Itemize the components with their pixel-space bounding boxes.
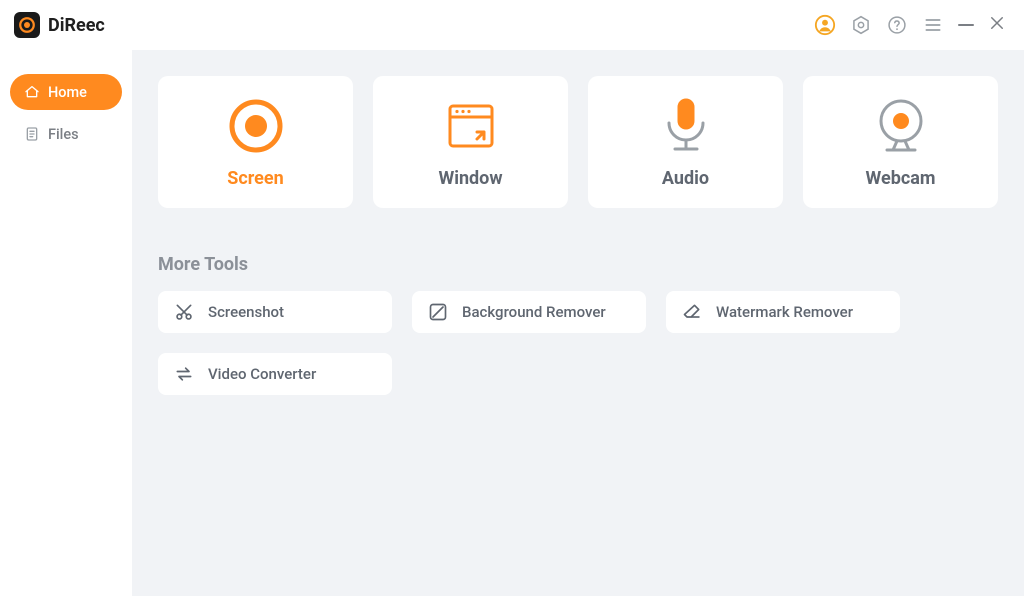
home-icon xyxy=(24,84,40,100)
tool-label: Watermark Remover xyxy=(716,303,853,321)
tool-label: Screenshot xyxy=(208,303,284,321)
mode-card-screen[interactable]: Screen xyxy=(158,76,353,208)
account-icon[interactable] xyxy=(814,14,836,36)
scissors-icon xyxy=(174,302,194,322)
tool-label: Video Converter xyxy=(208,365,316,383)
tool-screenshot[interactable]: Screenshot xyxy=(158,291,392,333)
window-icon xyxy=(444,96,498,156)
files-icon xyxy=(24,126,40,142)
app-logo xyxy=(14,12,40,38)
settings-icon[interactable] xyxy=(850,14,872,36)
tool-label: Background Remover xyxy=(462,303,606,321)
tools-list: Screenshot Background Remover Watermark … xyxy=(158,291,998,395)
sidebar-item-files[interactable]: Files xyxy=(10,116,122,152)
titlebar-actions xyxy=(814,13,1006,37)
tool-video-converter[interactable]: Video Converter xyxy=(158,353,392,395)
swap-icon xyxy=(174,364,194,384)
mode-card-label: Window xyxy=(438,168,502,189)
screen-record-icon xyxy=(225,96,287,156)
sidebar-item-label: Files xyxy=(48,126,79,143)
microphone-icon xyxy=(658,96,714,156)
app-name: DiReec xyxy=(48,15,105,36)
more-tools-title: More Tools xyxy=(158,254,998,275)
help-icon[interactable] xyxy=(886,14,908,36)
mode-card-label: Screen xyxy=(227,168,283,189)
mode-card-label: Webcam xyxy=(866,168,936,189)
minimize-icon[interactable] xyxy=(958,24,974,26)
mode-cards: Screen Window Audio xyxy=(158,76,998,208)
eraser-icon xyxy=(682,302,702,322)
tool-background-remover[interactable]: Background Remover xyxy=(412,291,646,333)
sidebar: Home Files xyxy=(0,50,132,596)
tool-watermark-remover[interactable]: Watermark Remover xyxy=(666,291,900,333)
mode-card-label: Audio xyxy=(662,168,709,189)
sidebar-item-label: Home xyxy=(48,84,87,101)
sidebar-item-home[interactable]: Home xyxy=(10,74,122,110)
background-remover-icon xyxy=(428,302,448,322)
brand: DiReec xyxy=(14,12,105,38)
mode-card-webcam[interactable]: Webcam xyxy=(803,76,998,208)
close-icon[interactable] xyxy=(988,13,1006,37)
mode-card-audio[interactable]: Audio xyxy=(588,76,783,208)
menu-icon[interactable] xyxy=(922,14,944,36)
main-panel: Screen Window Audio xyxy=(132,50,1024,596)
webcam-icon xyxy=(871,96,931,156)
mode-card-window[interactable]: Window xyxy=(373,76,568,208)
titlebar: DiReec xyxy=(0,0,1024,50)
